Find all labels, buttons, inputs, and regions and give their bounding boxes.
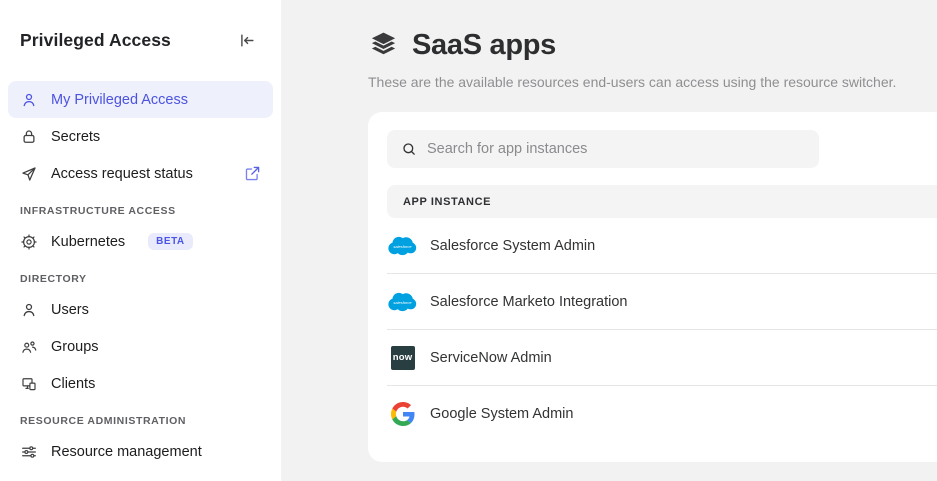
- sidebar-item-label: Resource management: [51, 444, 202, 460]
- section-infrastructure-access: INFRASTRUCTURE ACCESS: [8, 192, 273, 223]
- sidebar-item-my-privileged-access[interactable]: My Privileged Access: [8, 81, 273, 118]
- table-row[interactable]: Google System Admin: [387, 386, 937, 442]
- lock-icon: [20, 128, 38, 146]
- salesforce-logo-icon: salesforce: [387, 291, 418, 313]
- sidebar-item-secrets[interactable]: Secrets: [8, 118, 273, 155]
- servicenow-logo-icon: now: [387, 346, 418, 370]
- collapse-left-icon: [238, 32, 255, 49]
- search-input[interactable]: [427, 141, 805, 157]
- sidebar: Privileged Access My Privileged Access S…: [0, 0, 281, 481]
- section-directory: DIRECTORY: [8, 260, 273, 291]
- sidebar-item-access-request-status[interactable]: Access request status: [8, 155, 273, 192]
- layers-icon: [368, 30, 399, 61]
- sidebar-item-groups[interactable]: Groups: [8, 328, 273, 365]
- svg-text:salesforce: salesforce: [393, 244, 412, 249]
- sidebar-header: Privileged Access: [0, 0, 281, 51]
- beta-badge: BETA: [148, 233, 192, 250]
- sidebar-item-label: My Privileged Access: [51, 92, 188, 108]
- sidebar-item-label: Clients: [51, 376, 95, 392]
- sidebar-item-label: Users: [51, 302, 89, 318]
- group-icon: [20, 338, 38, 356]
- sidebar-item-resource-management[interactable]: Resource management: [8, 433, 273, 470]
- sidebar-item-kubernetes[interactable]: Kubernetes BETA: [8, 223, 273, 260]
- table-row[interactable]: now ServiceNow Admin: [387, 330, 937, 386]
- gear-icon: [20, 233, 38, 251]
- collapse-sidebar-button[interactable]: [238, 32, 255, 49]
- sidebar-nav: My Privileged Access Secrets Access requ…: [0, 81, 281, 470]
- google-logo-icon: [387, 402, 418, 426]
- external-link-icon[interactable]: [244, 165, 261, 182]
- app-instance-label: ServiceNow Admin: [430, 350, 552, 366]
- devices-icon: [20, 375, 38, 393]
- app-instance-label: Salesforce Marketo Integration: [430, 294, 627, 310]
- page-title-row: SaaS apps: [368, 26, 937, 64]
- sidebar-item-label: Kubernetes: [51, 234, 125, 250]
- sidebar-item-label: Groups: [51, 339, 99, 355]
- sidebar-title: Privileged Access: [20, 30, 171, 51]
- app-instance-list: salesforce Salesforce System Admin sales…: [387, 218, 937, 442]
- table-header-app-instance: APP INSTANCE: [387, 185, 937, 218]
- app-instances-card: APP INSTANCE salesforce Salesforce Syste…: [368, 112, 937, 462]
- user-icon: [20, 91, 38, 109]
- salesforce-logo-icon: salesforce: [387, 235, 418, 257]
- section-resource-administration: RESOURCE ADMINISTRATION: [8, 402, 273, 433]
- table-row[interactable]: salesforce Salesforce Marketo Integratio…: [387, 274, 937, 330]
- table-row[interactable]: salesforce Salesforce System Admin: [387, 218, 937, 274]
- search-icon: [401, 141, 417, 157]
- page-title: SaaS apps: [412, 29, 556, 62]
- main-content: SaaS apps These are the available resour…: [281, 0, 937, 481]
- sidebar-item-label: Access request status: [51, 166, 193, 182]
- sidebar-item-users[interactable]: Users: [8, 291, 273, 328]
- page-subtitle: These are the available resources end-us…: [368, 74, 937, 90]
- send-icon: [20, 165, 38, 183]
- sliders-icon: [20, 443, 38, 461]
- search-box[interactable]: [387, 130, 819, 168]
- app-instance-label: Salesforce System Admin: [430, 238, 595, 254]
- sidebar-item-clients[interactable]: Clients: [8, 365, 273, 402]
- svg-text:salesforce: salesforce: [393, 300, 412, 305]
- app-instance-label: Google System Admin: [430, 406, 573, 422]
- user-icon: [20, 301, 38, 319]
- sidebar-item-label: Secrets: [51, 129, 100, 145]
